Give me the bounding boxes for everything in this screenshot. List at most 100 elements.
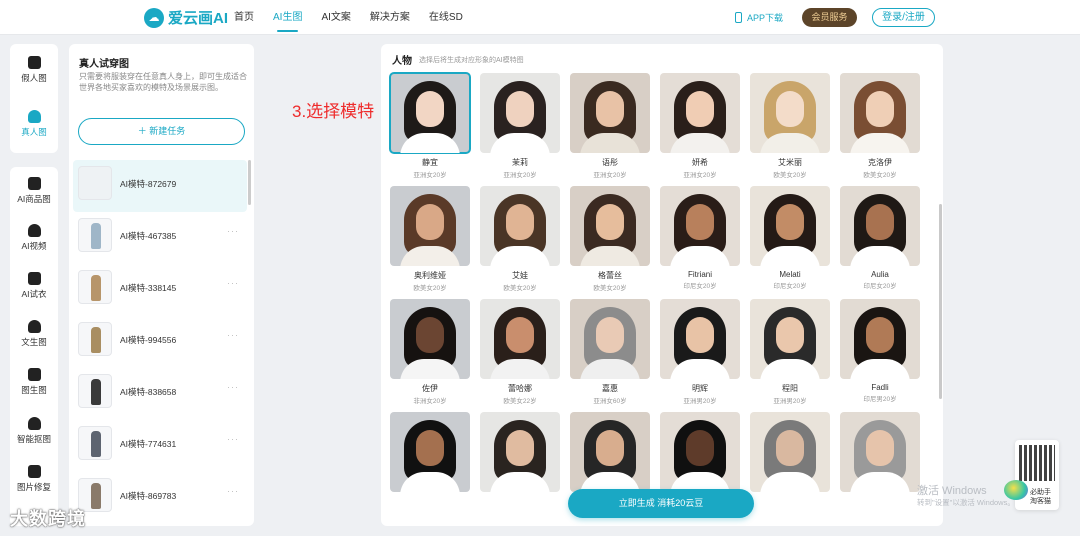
- model-card[interactable]: [660, 412, 740, 492]
- sidebar-item[interactable]: 假人图: [10, 56, 58, 84]
- task-thumbnail: [78, 322, 112, 356]
- more-options-icon[interactable]: ···: [227, 486, 239, 496]
- task-row[interactable]: AI模特-338145 ···: [73, 264, 247, 316]
- task-row[interactable]: AI模特-872679: [73, 160, 247, 212]
- task-list-scrollbar[interactable]: [248, 160, 251, 205]
- model-tag: 亚洲女20岁: [503, 172, 537, 179]
- model-card[interactable]: 茉莉 亚洲女20岁: [480, 73, 560, 179]
- model-card[interactable]: 艾娃 欧美女20岁: [480, 186, 560, 292]
- model-card[interactable]: 明辉 亚洲男20岁: [660, 299, 740, 405]
- more-options-icon[interactable]: ···: [227, 330, 239, 340]
- model-name: 格蕾丝: [598, 271, 622, 280]
- model-tag: 亚洲女20岁: [593, 172, 627, 179]
- model-photo: [570, 73, 650, 153]
- nav-item[interactable]: AI文案: [321, 0, 350, 35]
- nav-item[interactable]: AI生图: [273, 0, 302, 35]
- model-name: Aulia: [871, 270, 889, 279]
- model-card[interactable]: 格蕾丝 欧美女20岁: [570, 186, 650, 292]
- login-button[interactable]: 登录/注册: [872, 8, 935, 27]
- sidebar-item[interactable]: AI商品图: [10, 177, 58, 205]
- model-photo: [480, 186, 560, 266]
- model-card[interactable]: 奥利维娅 欧美女20岁: [390, 186, 470, 292]
- sidebar-item[interactable]: AI视频: [10, 224, 58, 252]
- video-icon: [27, 224, 41, 237]
- model-panel-subtitle: 选择后将生成对应形象的AI模特图: [419, 57, 524, 64]
- sidebar-item-label: AI视频: [21, 241, 47, 251]
- qr-code-icon: [1019, 445, 1055, 481]
- model-card[interactable]: 嘉惠 亚洲女60岁: [570, 299, 650, 405]
- task-row[interactable]: AI模特-467385 ···: [73, 212, 247, 264]
- task-row[interactable]: AI模特-774631 ···: [73, 420, 247, 472]
- model-tag: 印尼男20岁: [863, 396, 897, 403]
- plus-icon: ＋: [137, 126, 150, 136]
- model-photo: [840, 186, 920, 266]
- model-grid-scrollbar[interactable]: [939, 204, 942, 399]
- assistant-icon[interactable]: [1004, 480, 1028, 500]
- model-card[interactable]: Fadli 印尼男20岁: [840, 299, 920, 403]
- task-row[interactable]: AI模特-838658 ···: [73, 368, 247, 420]
- sidebar-group-tools: AI商品图 AI视频 AI试衣文生图图生图智能抠图图片修复: [10, 167, 58, 526]
- model-name: 佐伊: [422, 384, 438, 393]
- model-card[interactable]: 蕾哈娜 欧美女22岁: [480, 299, 560, 405]
- model-card[interactable]: 语彤 亚洲女20岁: [570, 73, 650, 179]
- model-name: 程阳: [782, 384, 798, 393]
- model-tag: 亚洲女20岁: [413, 172, 447, 179]
- model-card[interactable]: [480, 412, 560, 492]
- sidebar-item[interactable]: 图片修复: [10, 465, 58, 493]
- logo-text: 爱云画AI: [168, 10, 229, 27]
- model-card[interactable]: Aulia 印尼女20岁: [840, 186, 920, 290]
- sidebar-item[interactable]: 文生图: [10, 320, 58, 348]
- model-card[interactable]: [390, 412, 470, 492]
- model-name: 奥利维娅: [414, 271, 446, 280]
- nav-item[interactable]: 在线SD: [429, 0, 463, 35]
- model-card[interactable]: [570, 412, 650, 492]
- nav-item[interactable]: 首页: [234, 0, 254, 35]
- model-card[interactable]: Fitriani 印尼女20岁: [660, 186, 740, 290]
- app-download-label: APP下载: [747, 13, 784, 23]
- task-row[interactable]: AI模特-994556 ···: [73, 316, 247, 368]
- more-options-icon[interactable]: ···: [227, 434, 239, 444]
- model-photo: [390, 186, 470, 266]
- generate-button[interactable]: 立即生成 消耗20云豆: [568, 489, 754, 518]
- more-options-icon[interactable]: ···: [227, 382, 239, 392]
- model-card[interactable]: 克洛伊 欧美女20岁: [840, 73, 920, 179]
- more-options-icon[interactable]: ···: [227, 278, 239, 288]
- app-download-link[interactable]: APP下载: [735, 11, 783, 24]
- task-panel: 真人试穿图 只需要将服装穿在任意真人身上，即可生成适合世界各地买家喜欢的模特及场…: [69, 44, 254, 526]
- task-thumbnail: [78, 426, 112, 460]
- model-name: Fitriani: [687, 270, 712, 279]
- task-name: AI模特-869783: [120, 491, 177, 501]
- model-name: 蕾哈娜: [508, 384, 532, 393]
- nav-item[interactable]: 解决方案: [370, 0, 410, 35]
- sidebar-item[interactable]: 智能抠图: [10, 417, 58, 445]
- model-card[interactable]: Melati 印尼女20岁: [750, 186, 830, 290]
- model-photo: [570, 186, 650, 266]
- model-name: 妍希: [692, 158, 708, 167]
- model-photo: [570, 412, 650, 492]
- sidebar-item[interactable]: AI试衣: [10, 272, 58, 300]
- more-options-icon[interactable]: ···: [227, 226, 239, 236]
- sidebar-item[interactable]: 真人图: [10, 110, 58, 138]
- task-row[interactable]: AI模特-869783 ···: [73, 472, 247, 524]
- model-card[interactable]: [750, 412, 830, 492]
- model-card[interactable]: 静宜 亚洲女20岁: [389, 72, 471, 179]
- model-card[interactable]: 程阳 亚洲男20岁: [750, 299, 830, 405]
- model-card[interactable]: 艾米丽 欧美女20岁: [750, 73, 830, 179]
- model-photo: [840, 73, 920, 153]
- sidebar-item-label: 图片修复: [16, 482, 51, 492]
- vip-button[interactable]: 会员服务: [802, 8, 857, 27]
- model-card[interactable]: 佐伊 非洲女20岁: [390, 299, 470, 405]
- model-tag: 亚洲男20岁: [683, 398, 717, 405]
- model-name: 克洛伊: [868, 158, 892, 167]
- model-photo: [389, 72, 471, 154]
- model-photo: [570, 299, 650, 379]
- logo[interactable]: ☁ 爱云画AI: [144, 7, 228, 28]
- model-card[interactable]: 妍希 亚洲女20岁: [660, 73, 740, 179]
- new-task-button[interactable]: ＋ 新建任务: [78, 118, 245, 145]
- windows-watermark-subtitle: 转到"设置"以激活 Windows。: [917, 498, 1015, 507]
- phone-icon: [735, 12, 742, 23]
- model-tag: 印尼女20岁: [773, 283, 807, 290]
- model-card[interactable]: [840, 412, 920, 492]
- sidebar-item[interactable]: 图生图: [10, 368, 58, 396]
- text-to-image-icon: [27, 320, 41, 333]
